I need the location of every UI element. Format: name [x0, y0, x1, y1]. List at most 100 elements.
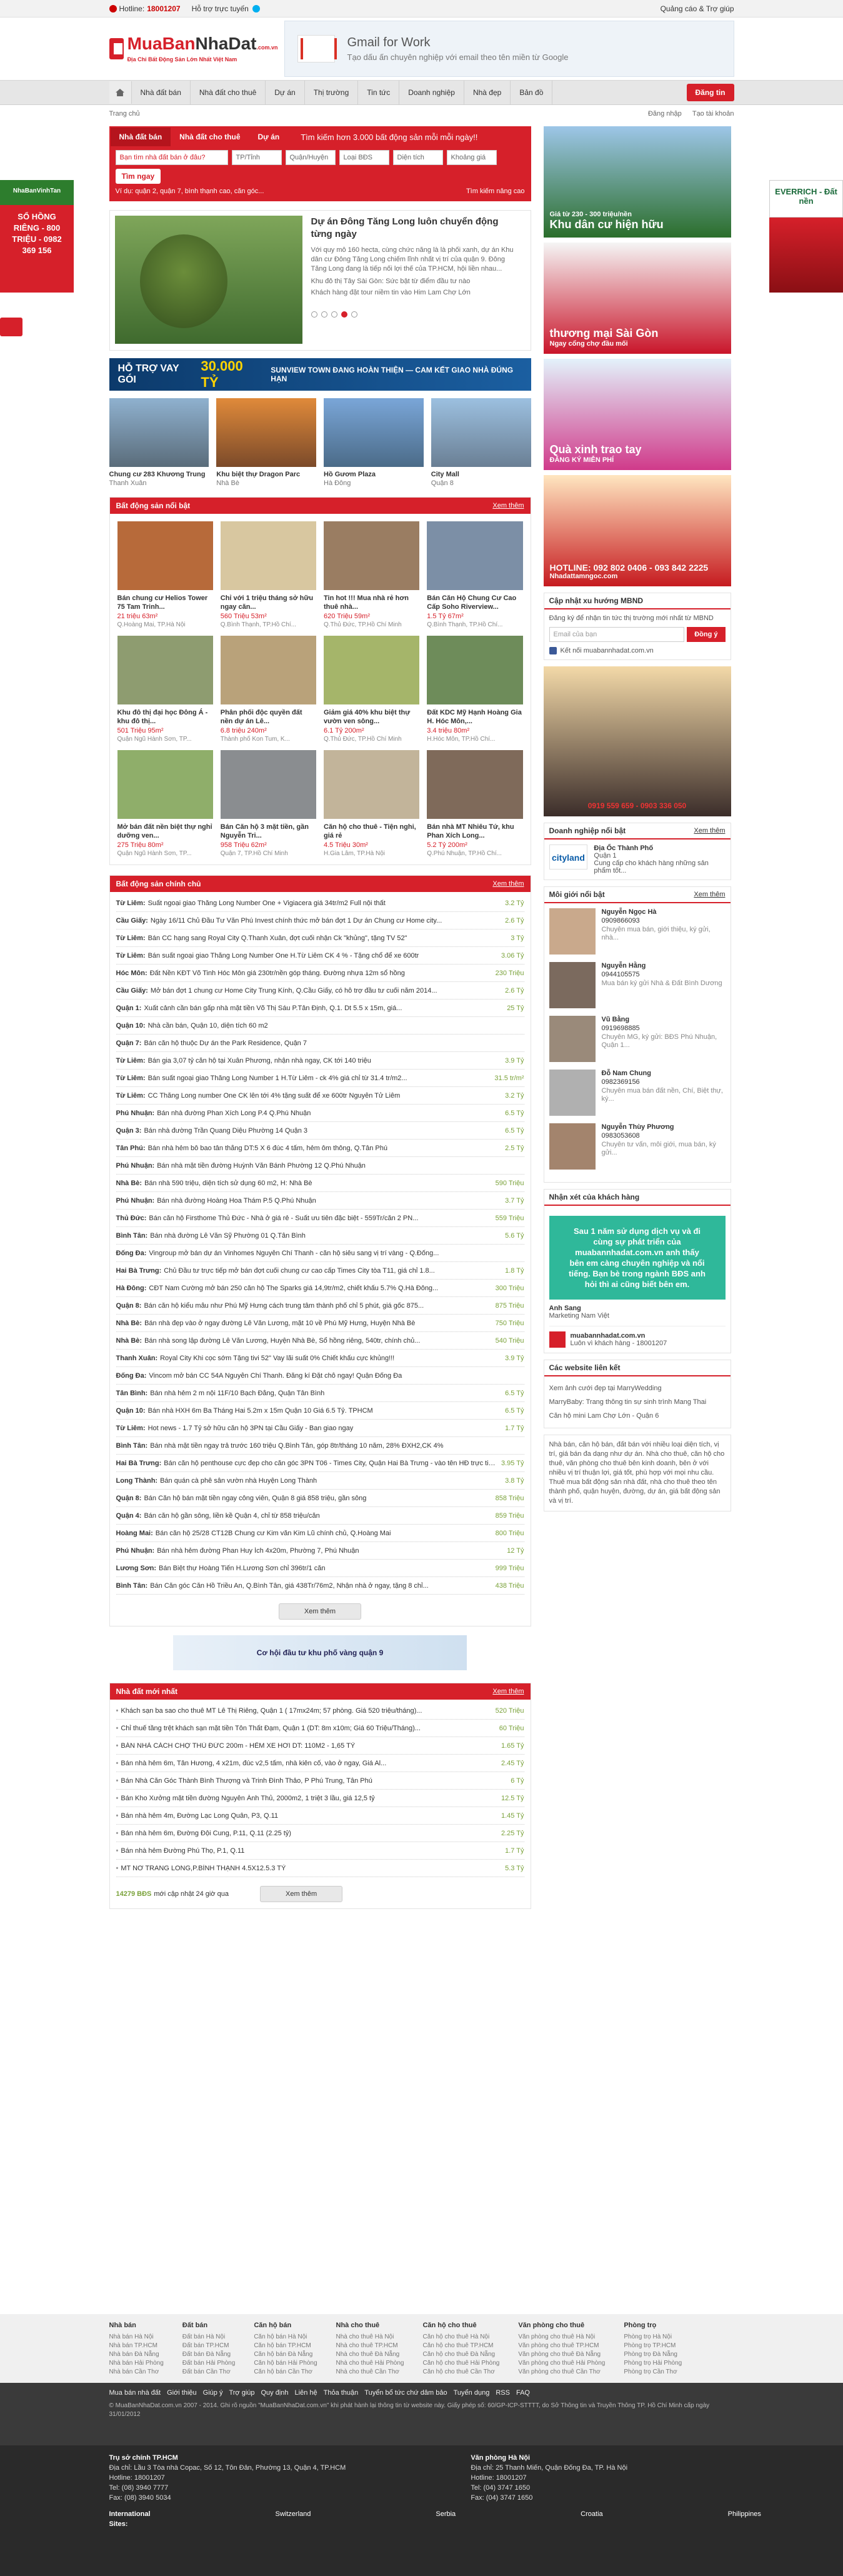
nav-item-sale[interactable]: Nhà đất bán [132, 81, 191, 104]
table-row[interactable]: Đống Đa: Vincom mở bán CC 54A Nguyễn Chí … [116, 1367, 524, 1385]
table-row[interactable]: • Bán Nhà Căn Góc Thành Bình Thượng và Tr… [116, 1772, 524, 1790]
project-card[interactable]: Hồ Gươm Plaza Hà Đông [324, 398, 424, 487]
footer-link[interactable]: Căn hộ cho thuê Hà Nội [422, 2333, 499, 2342]
table-row[interactable]: Nhà Bè: Bán nhà đẹp vào ở ngay đường Lê V… [116, 1315, 524, 1332]
project-card[interactable]: City Mall Quận 8 [431, 398, 531, 487]
footer-link[interactable]: Phòng trọ TP.HCM [624, 2342, 682, 2350]
footer-link[interactable]: Phòng trọ Đà Nẵng [624, 2350, 682, 2359]
listing-title[interactable]: Đất KDC Mỹ Hạnh Hoàng Gia H. Hóc Môn,... [427, 708, 522, 726]
broker-card[interactable]: Nguyễn Hằng 0944105575 Mua bán ký gửi Nhà … [549, 962, 726, 1008]
avatar[interactable] [549, 1016, 596, 1062]
project-card[interactable]: Khu biệt thự Dragon Parc Nhà Bè [216, 398, 316, 487]
table-row[interactable]: Bình Tân: Bán nhà đường Lê Văn Sỹ Phường … [116, 1227, 524, 1245]
avatar[interactable] [549, 1070, 596, 1116]
nav-item-news[interactable]: Tin tức [358, 81, 400, 104]
listing-title[interactable]: Bán nhà hẻm đường Phan Huy Ích 4x20m, Ph… [157, 1547, 502, 1555]
hotline-number[interactable]: 18001207 [147, 4, 180, 13]
footer-link[interactable]: Nhà bán TP.HCM [109, 2342, 164, 2350]
avatar[interactable] [549, 962, 596, 1008]
footer-nav-link[interactable]: Tuyển dụng [454, 2389, 490, 2397]
listing-title[interactable]: Bán chung cư Helios Tower 75 Tam Trinh..… [117, 594, 213, 611]
search-keyword-input[interactable]: Bạn tìm nhà đất bán ở đâu? [115, 150, 228, 165]
carousel-dot[interactable] [311, 311, 317, 318]
listing-title[interactable]: Nhà cần bán, Quận 10, diện tích 60 m2 [148, 1022, 519, 1030]
search-tab-sale[interactable]: Nhà đất bán [110, 128, 171, 146]
post-listing-button[interactable]: Đăng tin [686, 84, 734, 101]
listing-title[interactable]: BÁN NHÀ CÁCH CHỢ THỦ ĐỨC 200m - HẺM XE H… [121, 1742, 496, 1750]
inline-ad-strip[interactable]: Cơ hội đầu tư khu phố vàng quận 9 [173, 1635, 467, 1670]
listing-title[interactable]: Bán Biệt thự Hoàng Tiến H.Lương Sơn chỉ … [159, 1565, 491, 1572]
listing-title[interactable]: Bán nhà đẹp vào ở ngay đường Lê Văn Lươn… [144, 1320, 491, 1327]
carousel-dot-active[interactable] [341, 311, 347, 318]
featured-image[interactable] [114, 216, 302, 344]
business-name[interactable]: Địa Ốc Thành Phố [594, 844, 725, 852]
login-link[interactable]: Đăng nhập [648, 110, 682, 118]
table-row[interactable]: Quận 4: Bán căn hộ gần sông, liền kề Quận… [116, 1507, 524, 1525]
broker-name[interactable]: Nguyễn Hằng [602, 962, 722, 970]
featured-bullet[interactable]: Khu đô thị Tây Sài Gòn: Sức bật từ điểm … [311, 278, 515, 285]
listing-title[interactable]: Chỉ với 1 triệu tháng sở hữu ngay căn... [221, 594, 316, 611]
table-row[interactable]: Cầu Giấy: Ngày 16/11 Chủ Đầu Tư Văn Phú I… [116, 912, 524, 930]
nav-item-nice-homes[interactable]: Nhà đẹp [464, 81, 511, 104]
footer-column-title[interactable]: Căn hộ bán [254, 2322, 317, 2329]
listing-title[interactable]: Bán nhà đường Hoàng Hoa Thám P.5 Q.Phú N… [157, 1197, 500, 1205]
footer-link[interactable]: Đất bán Hải Phòng [182, 2359, 236, 2368]
district-select[interactable]: Quận/Huyện [285, 150, 336, 165]
listing-title[interactable]: Bán nhà hẻm bô bao tân thắng DT:5 X 6 đú… [148, 1145, 501, 1152]
listing-title[interactable]: Bán Căn Hộ Chung Cư Cao Cấp Soho Rivervi… [427, 594, 522, 611]
listing-title[interactable]: Khách sạn ba sao cho thuê MT Lê Thị Riên… [121, 1707, 490, 1715]
table-row[interactable]: Phú Nhuận: Bán nhà mặt tiền đường Huỳnh V… [116, 1157, 524, 1175]
facebook-connect-link[interactable]: Kết nối muabannhadat.com.vn [561, 647, 654, 654]
see-more-link[interactable]: Xem thêm [492, 880, 524, 888]
table-row[interactable]: • Bán nhà hẻm 4m, Đường Lạc Long Quân, P3… [116, 1807, 524, 1825]
listing-title[interactable]: Bán căn hộ 25/28 CT12B Chung cư Kim văn … [156, 1530, 491, 1537]
intl-link[interactable]: Serbia [436, 2509, 456, 2529]
listing-title[interactable]: CĐT Nam Cường mở bán 250 căn hộ The Spar… [149, 1285, 490, 1292]
footer-link[interactable]: Phòng trọ Hà Nội [624, 2333, 682, 2342]
footer-link[interactable]: Đất bán Cần Thơ [182, 2368, 236, 2377]
see-more-link[interactable]: Xem thêm [492, 502, 524, 509]
footer-link[interactable]: Phòng trọ Hải Phòng [624, 2359, 682, 2368]
footer-link[interactable]: Căn hộ bán Đà Nẵng [254, 2350, 317, 2359]
footer-link[interactable]: Văn phòng cho thuê Đà Nẵng [518, 2350, 605, 2359]
footer-column-title[interactable]: Văn phòng cho thuê [518, 2322, 605, 2329]
footer-column-title[interactable]: Nhà bán [109, 2322, 164, 2329]
listing-title[interactable]: Bán nhà song lập đường Lê Văn Lương, Huy… [144, 1337, 491, 1345]
listing-title[interactable]: Bán CC hạng sang Royal City Q.Thanh Xuân… [148, 935, 506, 942]
footer-link[interactable]: Nhà bán Hà Nội [109, 2333, 164, 2342]
table-row[interactable]: Quận 8: Bán căn hộ kiểu mẫu như Phú Mỹ Hư… [116, 1297, 524, 1315]
nav-item-market[interactable]: Thị trường [305, 81, 359, 104]
table-row[interactable]: Quận 7: Bán căn hộ thuộc Dự án the Park R… [116, 1035, 524, 1052]
table-row[interactable]: Từ Liêm: Bán suất ngoại giao Thăng Long N… [116, 1070, 524, 1087]
search-button[interactable]: Tìm ngay [115, 169, 161, 184]
listing-title[interactable]: Bán nhà hẻm Đường Phú Thọ, P.1, Q.11 [121, 1847, 500, 1855]
table-row[interactable]: Long Thành: Bán quán cà phê sân vườn nhà … [116, 1472, 524, 1490]
listing-title[interactable]: CC Thăng Long number One CK lên tới 4% t… [148, 1092, 501, 1100]
table-row[interactable]: Quận 1: Xuất cảnh cần bán gấp nhà mặt tiề… [116, 1000, 524, 1017]
footer-column-title[interactable]: Đất bán [182, 2322, 236, 2329]
listing-title[interactable]: Bán Nhà Căn Góc Thành Bình Thượng và Tri… [121, 1777, 506, 1785]
carousel-dots[interactable] [311, 311, 515, 318]
footer-nav-link[interactable]: Giới thiệu [167, 2389, 197, 2397]
table-row[interactable]: Hà Đông: CĐT Nam Cường mở bán 250 căn hộ … [116, 1280, 524, 1297]
broker-card[interactable]: Đỗ Nam Chung 0982369156 Chuyên mua bán đất… [549, 1070, 726, 1116]
table-row[interactable]: Tân Phú: Bán nhà hẻm bô bao tân thắng DT:… [116, 1140, 524, 1157]
footer-nav-link[interactable]: Mua bán nhà đất [109, 2389, 161, 2397]
listing-title[interactable]: Chỉ thuế tầng trệt khách sạn mặt tiền Tô… [121, 1725, 494, 1732]
listing-card[interactable]: Bán Căn Hộ Chung Cư Cao Cấp Soho Rivervi… [427, 521, 523, 628]
listing-title[interactable]: Bán căn hộ Firsthome Thủ Đức - Nhà ở giá… [149, 1215, 490, 1222]
table-row[interactable]: • Chỉ thuế tầng trệt khách sạn mặt tiền T… [116, 1720, 524, 1737]
footer-link[interactable]: Đất bán TP.HCM [182, 2342, 236, 2350]
table-row[interactable]: Từ Liêm: Hot news - 1.7 Tỷ sở hữu căn hộ … [116, 1420, 524, 1437]
listing-card[interactable]: Bán Căn hộ 3 mặt tiền, gần Nguyễn Tri...… [220, 750, 316, 857]
listing-title[interactable]: Bán căn hộ kiểu mẫu như Phú Mỹ Hưng cách… [144, 1302, 490, 1310]
footer-column-title[interactable]: Phòng trọ [624, 2322, 682, 2329]
listing-title[interactable]: Bán nhà 590 triệu, diện tích sử dụng 60 … [144, 1180, 491, 1187]
footer-link[interactable]: Đất bán Hà Nội [182, 2333, 236, 2342]
table-row[interactable]: • MT NƠ TRANG LONG,P.BÌNH THẠNH 4.5X12.5.… [116, 1860, 524, 1877]
newsletter-submit-button[interactable]: Đồng ý [687, 627, 726, 642]
listing-title[interactable]: Hot news - 1.7 Tỷ sở hữu căn hộ 3PN tại … [148, 1425, 501, 1432]
table-row[interactable]: Từ Liêm: Bán suất ngoại giao Thăng Long N… [116, 947, 524, 965]
footer-link[interactable]: Căn hộ bán Hà Nội [254, 2333, 317, 2342]
table-row[interactable]: Tân Bình: Bán nhà hẻm 2 m nội 11F/10 Bạch… [116, 1385, 524, 1402]
